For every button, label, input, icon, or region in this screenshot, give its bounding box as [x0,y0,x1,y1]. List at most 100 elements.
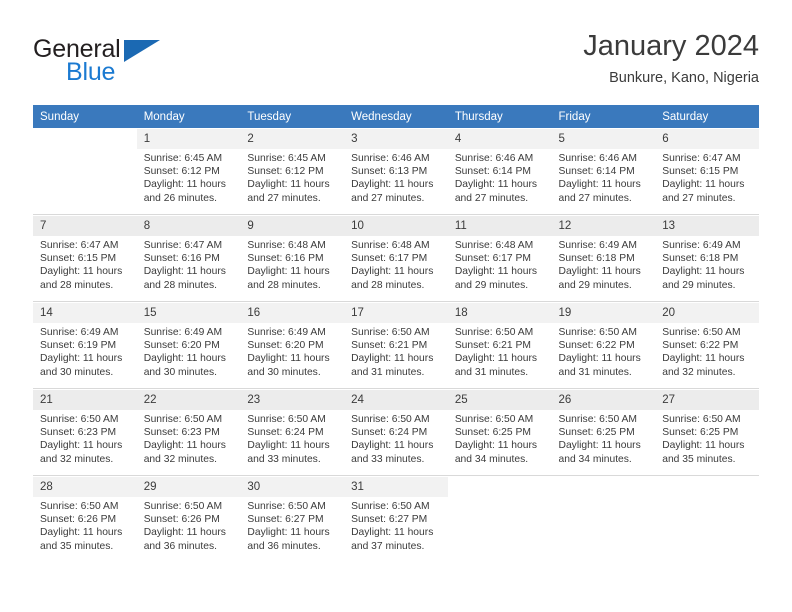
sunrise-text: Sunrise: 6:45 AM [143,153,223,164]
sunset-text: Sunset: 6:12 PM [247,166,324,178]
calendar-page: General Blue January 2024 Bunkure, Kano,… [0,0,792,612]
sunrise-text: Sunrise: 6:48 AM [454,240,534,251]
day-cell[interactable] [33,128,137,215]
day-number: 29 [136,477,241,497]
day-cell[interactable]: 22 Sunrise: 6:50 AM Sunset: 6:23 PM Dayl… [136,388,241,476]
weekday-header-tuesday: Tuesday [240,105,345,128]
day-number: 17 [344,303,448,323]
day-cell[interactable]: 1 Sunrise: 6:45 AM Sunset: 6:12 PM Dayli… [136,128,241,215]
day-cell[interactable]: 10 Sunrise: 6:48 AM Sunset: 6:17 PM Dayl… [344,214,448,302]
day-detail: Sunrise: 6:50 AM Sunset: 6:23 PM Dayligh… [137,410,241,466]
day-cell[interactable]: 31 Sunrise: 6:50 AM Sunset: 6:27 PM Dayl… [344,475,448,562]
day-cell[interactable]: 3 Sunrise: 6:46 AM Sunset: 6:13 PM Dayli… [344,128,448,215]
day-cell[interactable]: 24 Sunrise: 6:50 AM Sunset: 6:24 PM Dayl… [344,388,448,476]
sunset-text: Sunset: 6:26 PM [143,514,220,526]
day-number: 18 [447,303,552,323]
day-cell[interactable]: 8 Sunrise: 6:47 AM Sunset: 6:16 PM Dayli… [136,214,241,302]
day-number: 13 [655,216,759,236]
calendar-week-row: 7 Sunrise: 6:47 AM Sunset: 6:15 PM Dayli… [33,214,759,302]
daylight-text-line1: Daylight: 11 hours [558,353,641,365]
day-cell[interactable]: 7 Sunrise: 6:47 AM Sunset: 6:15 PM Dayli… [33,214,137,302]
calendar-body: 1 Sunrise: 6:45 AM Sunset: 6:12 PM Dayli… [33,128,759,562]
day-cell-inner: 30 Sunrise: 6:50 AM Sunset: 6:27 PM Dayl… [240,476,345,562]
day-detail: Sunrise: 6:49 AM Sunset: 6:18 PM Dayligh… [655,236,759,292]
day-cell-inner: 16 Sunrise: 6:49 AM Sunset: 6:20 PM Dayl… [240,302,345,388]
daylight-text-line1: Daylight: 11 hours [143,527,226,539]
day-number: 25 [447,390,552,410]
calendar-week-row: 14 Sunrise: 6:49 AM Sunset: 6:19 PM Dayl… [33,301,759,389]
day-number: 6 [655,129,759,149]
page-title: January 2024 [583,30,759,62]
day-cell[interactable] [655,475,759,562]
day-cell[interactable]: 30 Sunrise: 6:50 AM Sunset: 6:27 PM Dayl… [240,475,345,562]
day-detail: Sunrise: 6:50 AM Sunset: 6:27 PM Dayligh… [240,497,344,553]
day-cell[interactable]: 27 Sunrise: 6:50 AM Sunset: 6:25 PM Dayl… [655,388,759,476]
day-cell[interactable]: 23 Sunrise: 6:50 AM Sunset: 6:24 PM Dayl… [240,388,345,476]
day-number: 11 [447,216,552,236]
day-detail: Sunrise: 6:46 AM Sunset: 6:14 PM Dayligh… [448,149,552,205]
sunrise-text: Sunrise: 6:50 AM [351,414,430,425]
day-cell[interactable]: 18 Sunrise: 6:50 AM Sunset: 6:21 PM Dayl… [447,301,552,389]
daylight-text-line1: Daylight: 11 hours [247,179,330,191]
day-cell[interactable]: 9 Sunrise: 6:48 AM Sunset: 6:16 PM Dayli… [240,214,345,302]
day-cell[interactable]: 26 Sunrise: 6:50 AM Sunset: 6:25 PM Dayl… [551,388,656,476]
sunset-text: Sunset: 6:16 PM [143,253,220,265]
day-cell[interactable] [551,475,656,562]
day-cell-inner: 9 Sunrise: 6:48 AM Sunset: 6:16 PM Dayli… [240,215,345,301]
day-cell[interactable]: 19 Sunrise: 6:50 AM Sunset: 6:22 PM Dayl… [551,301,656,389]
day-number: 10 [344,216,448,236]
day-cell[interactable]: 15 Sunrise: 6:49 AM Sunset: 6:20 PM Dayl… [136,301,241,389]
day-cell-inner: 24 Sunrise: 6:50 AM Sunset: 6:24 PM Dayl… [344,389,448,475]
day-cell[interactable]: 5 Sunrise: 6:46 AM Sunset: 6:14 PM Dayli… [551,128,656,215]
sunset-text: Sunset: 6:24 PM [351,427,428,439]
general-blue-logo[interactable]: General Blue [33,35,183,91]
sunrise-text: Sunrise: 6:47 AM [143,240,223,251]
calendar-header-row: Sunday Monday Tuesday Wednesday Thursday… [33,105,759,128]
daylight-text-line2: and 27 minutes. [247,192,321,204]
day-cell-inner: 15 Sunrise: 6:49 AM Sunset: 6:20 PM Dayl… [136,302,241,388]
day-cell[interactable]: 13 Sunrise: 6:49 AM Sunset: 6:18 PM Dayl… [655,214,759,302]
sunrise-text: Sunrise: 6:45 AM [247,153,326,164]
daylight-text-line1: Daylight: 11 hours [558,440,641,452]
day-detail: Sunrise: 6:50 AM Sunset: 6:26 PM Dayligh… [137,497,241,553]
day-cell[interactable]: 17 Sunrise: 6:50 AM Sunset: 6:21 PM Dayl… [344,301,448,389]
day-cell[interactable]: 25 Sunrise: 6:50 AM Sunset: 6:25 PM Dayl… [447,388,552,476]
day-detail: Sunrise: 6:50 AM Sunset: 6:26 PM Dayligh… [33,497,137,553]
sunrise-text: Sunrise: 6:50 AM [558,414,637,425]
day-cell[interactable]: 11 Sunrise: 6:48 AM Sunset: 6:17 PM Dayl… [447,214,552,302]
daylight-text-line2: and 33 minutes. [351,453,425,465]
day-cell[interactable] [447,475,552,562]
daylight-text-line1: Daylight: 11 hours [454,179,538,191]
day-cell[interactable]: 29 Sunrise: 6:50 AM Sunset: 6:26 PM Dayl… [136,475,241,562]
day-cell-inner: 13 Sunrise: 6:49 AM Sunset: 6:18 PM Dayl… [655,215,759,301]
day-cell[interactable]: 4 Sunrise: 6:46 AM Sunset: 6:14 PM Dayli… [447,128,552,215]
weekday-header-sunday: Sunday [33,105,137,128]
day-cell[interactable]: 14 Sunrise: 6:49 AM Sunset: 6:19 PM Dayl… [33,301,137,389]
sunrise-text: Sunrise: 6:50 AM [143,501,223,512]
day-number: 12 [551,216,656,236]
sunrise-text: Sunrise: 6:50 AM [454,414,534,425]
daylight-text-line1: Daylight: 11 hours [454,266,538,278]
daylight-text-line1: Daylight: 11 hours [143,440,226,452]
day-detail: Sunrise: 6:50 AM Sunset: 6:21 PM Dayligh… [448,323,552,379]
weekday-header-thursday: Thursday [447,105,552,128]
daylight-text-line2: and 32 minutes. [40,453,114,465]
day-detail: Sunrise: 6:50 AM Sunset: 6:24 PM Dayligh… [344,410,448,466]
day-cell[interactable]: 16 Sunrise: 6:49 AM Sunset: 6:20 PM Dayl… [240,301,345,389]
day-detail: Sunrise: 6:46 AM Sunset: 6:14 PM Dayligh… [552,149,656,205]
day-cell[interactable]: 21 Sunrise: 6:50 AM Sunset: 6:23 PM Dayl… [33,388,137,476]
day-cell[interactable]: 6 Sunrise: 6:47 AM Sunset: 6:15 PM Dayli… [655,128,759,215]
day-cell-inner: 10 Sunrise: 6:48 AM Sunset: 6:17 PM Dayl… [344,215,448,301]
day-cell[interactable]: 28 Sunrise: 6:50 AM Sunset: 6:26 PM Dayl… [33,475,137,562]
day-number: 22 [136,390,241,410]
day-detail: Sunrise: 6:50 AM Sunset: 6:22 PM Dayligh… [655,323,759,379]
sunset-text: Sunset: 6:21 PM [454,340,531,352]
sunset-text: Sunset: 6:27 PM [247,514,324,526]
day-cell[interactable]: 12 Sunrise: 6:49 AM Sunset: 6:18 PM Dayl… [551,214,656,302]
day-cell-inner: 6 Sunrise: 6:47 AM Sunset: 6:15 PM Dayli… [655,128,759,214]
day-cell[interactable]: 20 Sunrise: 6:50 AM Sunset: 6:22 PM Dayl… [655,301,759,389]
sunset-text: Sunset: 6:15 PM [40,253,117,265]
sunset-text: Sunset: 6:22 PM [662,340,739,352]
day-cell[interactable]: 2 Sunrise: 6:45 AM Sunset: 6:12 PM Dayli… [240,128,345,215]
sunrise-text: Sunrise: 6:50 AM [143,414,223,425]
